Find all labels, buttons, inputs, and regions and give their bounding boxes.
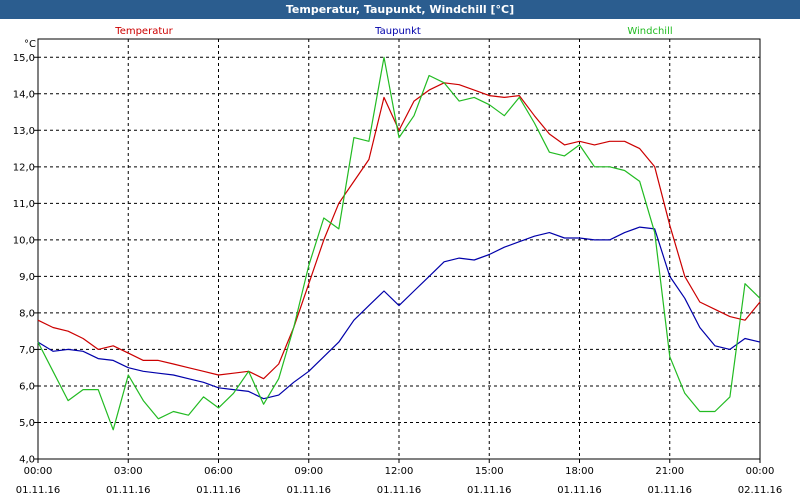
chart-svg: 4,0 5,0 6,0 7,0 8,0 9,0 10,0 11,0 12,0 13,0 14,0 15… bbox=[0, 19, 800, 500]
legend-temperatur: Temperatur bbox=[114, 26, 173, 37]
y-tick-label: 7,0 bbox=[19, 345, 35, 356]
y-tick-label: 14,0 bbox=[13, 89, 35, 100]
x-tick-date: 01.11.16 bbox=[647, 485, 692, 496]
legend-taupunkt: Taupunkt bbox=[374, 26, 421, 37]
y-tick-label: 9,0 bbox=[19, 272, 35, 283]
chart-title: Temperatur, Taupunkt, Windchill [°C] bbox=[0, 0, 800, 19]
x-tick-time: 18:00 bbox=[565, 466, 594, 477]
y-tick-label: 6,0 bbox=[19, 381, 35, 392]
y-tick-label: 12,0 bbox=[13, 162, 35, 173]
x-tick-date: 01.11.16 bbox=[467, 485, 512, 496]
x-tick-date: 01.11.16 bbox=[286, 485, 331, 496]
x-tick-time: 15:00 bbox=[475, 466, 504, 477]
x-tick-time: 21:00 bbox=[655, 466, 684, 477]
y-tick-label: 5,0 bbox=[19, 418, 35, 429]
x-tick-time: 00:00 bbox=[746, 466, 775, 477]
x-tick-date: 01.11.16 bbox=[106, 485, 151, 496]
y-tick-label: 8,0 bbox=[19, 308, 35, 319]
x-tick-time: 09:00 bbox=[294, 466, 323, 477]
y-tick-label: 13,0 bbox=[13, 126, 35, 137]
x-tick-time: 00:00 bbox=[24, 466, 53, 477]
legend-windchill: Windchill bbox=[627, 26, 672, 37]
y-tick-label: 10,0 bbox=[13, 235, 35, 246]
x-tick-date: 02.11.16 bbox=[738, 485, 783, 496]
y-axis-label: °C bbox=[24, 39, 36, 50]
x-tick-date: 01.11.16 bbox=[377, 485, 422, 496]
x-tick-time: 03:00 bbox=[114, 466, 143, 477]
x-tick-time: 06:00 bbox=[204, 466, 233, 477]
x-tick-date: 01.11.16 bbox=[16, 485, 61, 496]
y-tick-label: 4,0 bbox=[19, 455, 35, 466]
y-tick-label: 11,0 bbox=[13, 199, 35, 210]
y-tick-label: 15,0 bbox=[13, 53, 35, 64]
x-tick-time: 12:00 bbox=[385, 466, 414, 477]
x-tick-date: 01.11.16 bbox=[196, 485, 241, 496]
x-tick-date: 01.11.16 bbox=[557, 485, 602, 496]
